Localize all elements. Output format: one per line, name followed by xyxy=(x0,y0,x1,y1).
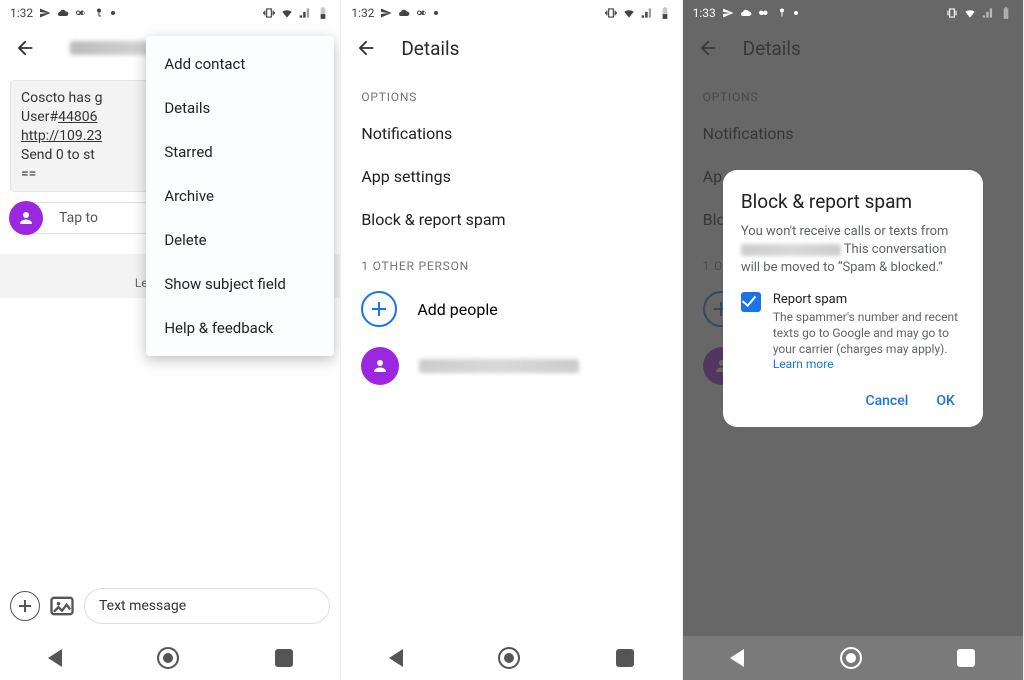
option-block-report-spam[interactable]: Block & report spam xyxy=(341,198,681,241)
system-nav-bar xyxy=(683,636,1023,680)
overflow-menu: Add contact Details Starred Archive Dele… xyxy=(146,36,334,356)
signal-icon xyxy=(298,6,312,20)
nav-recent-icon[interactable] xyxy=(275,649,293,667)
send-icon xyxy=(722,7,734,19)
wifi-icon xyxy=(963,6,977,20)
nav-recent-icon[interactable] xyxy=(957,649,975,667)
msg-link[interactable]: 44806 xyxy=(58,109,97,125)
nav-home-icon[interactable] xyxy=(157,647,179,669)
compose-placeholder: Text message xyxy=(99,598,186,614)
add-icon xyxy=(361,291,397,327)
avatar-icon xyxy=(9,201,43,235)
battery-icon xyxy=(999,6,1013,20)
compose-input[interactable]: Text message xyxy=(84,588,330,624)
key-icon xyxy=(93,7,105,19)
attach-button[interactable] xyxy=(10,591,40,621)
status-bar-overlay: 1:33 xyxy=(683,0,1023,24)
gallery-icon[interactable] xyxy=(48,592,76,620)
nav-home-icon[interactable] xyxy=(498,647,520,669)
block-report-dialog: Block & report spam You won't receive ca… xyxy=(723,170,983,427)
tap-pill-label: Tap to xyxy=(59,210,98,226)
battery-icon xyxy=(316,6,330,20)
add-people-label: Add people xyxy=(417,300,497,319)
vibrate-icon xyxy=(604,6,618,20)
status-time: 1:32 xyxy=(10,6,33,20)
screen-1-conversation: 1:32 Coscto has g User#44806 http://109.… xyxy=(0,0,341,680)
voicemail-icon xyxy=(416,7,428,19)
msg-link[interactable]: http://109.23 xyxy=(21,128,102,144)
ok-button[interactable]: OK xyxy=(936,393,955,409)
menu-item-archive[interactable]: Archive xyxy=(146,174,334,218)
dialog-title: Block & report spam xyxy=(741,190,965,213)
menu-item-details[interactable]: Details xyxy=(146,86,334,130)
page-title: Details xyxy=(401,37,459,60)
battery-icon xyxy=(658,6,672,20)
avatar-icon xyxy=(361,347,399,385)
report-spam-checkbox[interactable] xyxy=(741,292,761,312)
person-name-redacted xyxy=(419,359,579,373)
option-app-settings[interactable]: App settings xyxy=(341,155,681,198)
cloud-icon xyxy=(398,7,410,19)
compose-row: Text message xyxy=(0,582,340,632)
menu-item-add-contact[interactable]: Add contact xyxy=(146,42,334,86)
back-icon[interactable] xyxy=(355,37,377,59)
system-nav-bar xyxy=(0,636,340,680)
section-other-person-label: 1 OTHER PERSON xyxy=(341,241,681,281)
nav-home-icon[interactable] xyxy=(840,647,862,669)
voicemail-icon xyxy=(758,7,770,19)
dialog-actions: Cancel OK xyxy=(741,371,965,419)
report-spam-label: Report spam xyxy=(773,292,965,307)
status-bar: 1:32 xyxy=(341,0,681,24)
key-icon xyxy=(776,7,788,19)
report-spam-row[interactable]: Report spam The spammer's number and rec… xyxy=(741,292,965,372)
cloud-icon xyxy=(57,7,69,19)
voicemail-icon xyxy=(75,7,87,19)
section-options-label: OPTIONS xyxy=(341,72,681,112)
vibrate-icon xyxy=(262,6,276,20)
system-nav-bar xyxy=(341,636,681,680)
report-spam-description: The spammer's number and recent texts go… xyxy=(773,309,965,358)
back-icon[interactable] xyxy=(14,37,36,59)
more-indicator-icon xyxy=(111,11,115,15)
nav-back-icon[interactable] xyxy=(389,649,403,667)
signal-icon xyxy=(981,6,995,20)
vibrate-icon xyxy=(945,6,959,20)
dialog-number-redacted xyxy=(741,244,841,256)
send-icon xyxy=(380,7,392,19)
screen-3-block-dialog: 1:33 Details OPTIONS Notifications Ap Bl… xyxy=(683,0,1024,680)
nav-back-icon[interactable] xyxy=(730,649,744,667)
menu-item-delete[interactable]: Delete xyxy=(146,218,334,262)
menu-item-subject-field[interactable]: Show subject field xyxy=(146,262,334,306)
send-icon xyxy=(39,7,51,19)
menu-item-help-feedback[interactable]: Help & feedback xyxy=(146,306,334,350)
screen-2-details: 1:32 Details OPTIONS Notifications App s… xyxy=(341,0,682,680)
option-notifications[interactable]: Notifications xyxy=(341,112,681,155)
learn-more-link[interactable]: Learn more xyxy=(773,357,965,371)
menu-item-starred[interactable]: Starred xyxy=(146,130,334,174)
details-header: Details xyxy=(341,24,681,72)
status-bar: 1:32 xyxy=(0,0,340,24)
nav-recent-icon[interactable] xyxy=(616,649,634,667)
add-people-row[interactable]: Add people xyxy=(341,281,681,337)
nav-back-icon[interactable] xyxy=(48,649,62,667)
wifi-icon xyxy=(622,6,636,20)
dialog-body: You won't receive calls or texts from Th… xyxy=(741,223,965,278)
status-time: 1:32 xyxy=(351,6,374,20)
cloud-icon xyxy=(740,7,752,19)
wifi-icon xyxy=(280,6,294,20)
signal-icon xyxy=(640,6,654,20)
more-indicator-icon xyxy=(434,11,438,15)
person-row[interactable] xyxy=(341,337,681,395)
more-indicator-icon xyxy=(794,11,798,15)
cancel-button[interactable]: Cancel xyxy=(865,393,908,409)
status-time: 1:33 xyxy=(693,6,716,20)
